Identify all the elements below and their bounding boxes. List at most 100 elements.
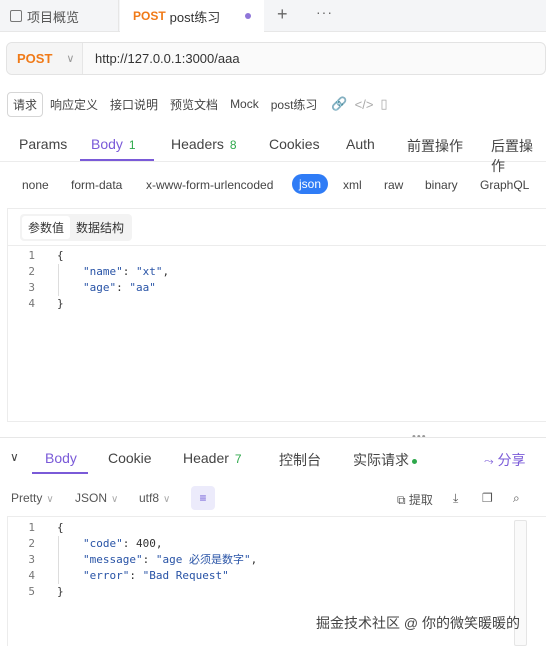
code-line: "code": 400, xyxy=(83,536,163,552)
language-select[interactable]: JSON ∨ xyxy=(75,491,118,505)
line-number: 5 xyxy=(28,585,35,598)
response-tab-header-label: Header xyxy=(183,450,229,466)
tab-post-practice-label: post练习 xyxy=(169,9,221,25)
tab-method-tag: POST xyxy=(133,9,166,23)
search-icon[interactable]: ⌕ xyxy=(513,491,520,506)
panel-divider xyxy=(0,437,546,438)
download-icon[interactable]: ⤓ xyxy=(453,491,458,506)
status-dot-icon xyxy=(412,458,417,464)
copy-icon[interactable]: ❐ xyxy=(482,491,493,505)
request-body-editor[interactable]: 参数值 数据结构 1 2 3 4 { "name": "xt", "age": … xyxy=(7,208,546,422)
chevron-down-icon: ∨ xyxy=(46,494,54,505)
extract-button[interactable]: ⧉ 提取 xyxy=(397,491,433,508)
url-bar: POST ∨ xyxy=(6,42,546,75)
tab-project-overview[interactable]: 项目概览 xyxy=(0,0,119,32)
tab-cookies[interactable]: Cookies xyxy=(269,136,320,152)
tab-param-values[interactable]: 参数值 xyxy=(22,216,71,239)
share-button[interactable]: ⤳ 分享 xyxy=(484,450,526,470)
word-wrap-button[interactable]: ≡ xyxy=(191,486,215,510)
chevron-down-icon: ∨ xyxy=(163,494,171,505)
tab-auth[interactable]: Auth xyxy=(346,136,375,152)
response-tab-body[interactable]: Body xyxy=(45,450,77,466)
tab-bar: 项目概览 POST post练习 + ··· xyxy=(0,0,546,32)
editor-mode-tabs: 参数值 数据结构 xyxy=(20,214,133,241)
response-tab-actual-request[interactable]: 实际请求 xyxy=(353,450,417,470)
line-number: 3 xyxy=(28,281,35,294)
tab-headers-label: Headers xyxy=(171,136,224,152)
body-type-none[interactable]: none xyxy=(22,178,49,192)
headers-count-badge: 8 xyxy=(229,138,237,152)
json-value: "aa" xyxy=(129,281,156,294)
line-number: 1 xyxy=(28,521,35,534)
encoding-select-value: utf8 xyxy=(139,491,160,505)
tab-body-label: Body xyxy=(91,136,123,152)
code-icon[interactable]: </> xyxy=(355,97,374,112)
json-value: "age 必须是数字" xyxy=(155,553,251,566)
json-colon: : xyxy=(129,569,143,582)
subtab-response-definition[interactable]: 响应定义 xyxy=(45,93,103,116)
body-type-xml[interactable]: xml xyxy=(343,178,362,192)
response-tab-cookie[interactable]: Cookie xyxy=(108,450,152,466)
add-tab-button[interactable]: + xyxy=(277,4,288,25)
body-type-graphql[interactable]: GraphQL xyxy=(480,178,529,192)
method-select[interactable]: POST ∨ xyxy=(7,43,83,74)
format-select-value: Pretty xyxy=(11,491,43,505)
body-type-form-data[interactable]: form-data xyxy=(71,178,122,192)
tab-body[interactable]: Body 1 xyxy=(91,136,136,152)
url-input[interactable] xyxy=(95,51,515,66)
tab-post-practice[interactable]: POST post练习 xyxy=(120,0,264,32)
code-line: "age": "aa" xyxy=(83,280,156,296)
json-key: "error" xyxy=(83,569,130,582)
json-key: "name" xyxy=(83,265,123,278)
tab-pre-operations[interactable]: 前置操作 xyxy=(407,136,463,156)
code-line: { xyxy=(57,521,64,534)
indent-guide xyxy=(58,264,59,296)
api-name[interactable]: post练习 xyxy=(266,93,323,116)
subtab-mock[interactable]: Mock xyxy=(225,94,264,114)
body-type-raw[interactable]: raw xyxy=(384,178,403,192)
tab-data-structure[interactable]: 数据结构 xyxy=(70,216,130,239)
overview-icon xyxy=(10,10,22,22)
json-comma: , xyxy=(250,553,258,566)
json-colon: : xyxy=(142,553,156,566)
response-tabs: ∨ Body Cookie Header 7 控制台 实际请求 ⤳ 分享 xyxy=(0,442,546,474)
json-rest: : 400, xyxy=(122,537,163,550)
panel-icon[interactable]: ▯ xyxy=(380,96,387,112)
more-tabs-button[interactable]: ··· xyxy=(316,4,333,20)
subtab-preview-doc[interactable]: 预览文档 xyxy=(165,93,223,116)
response-tab-header[interactable]: Header 7 xyxy=(183,450,242,466)
format-select[interactable]: Pretty ∨ xyxy=(11,491,54,505)
tab-headers[interactable]: Headers 8 xyxy=(171,136,237,152)
extract-icon: ⧉ xyxy=(397,493,406,507)
encoding-select[interactable]: utf8 ∨ xyxy=(139,491,170,505)
link-icon[interactable]: 🔗 xyxy=(331,96,347,112)
body-type-binary[interactable]: binary xyxy=(425,178,458,192)
body-type-urlencoded[interactable]: x-www-form-urlencoded xyxy=(146,178,273,192)
body-count-badge: 1 xyxy=(128,138,136,152)
code-line: } xyxy=(57,585,64,598)
active-tab-indicator xyxy=(80,159,154,161)
json-key: "message" xyxy=(83,553,143,566)
collapse-chevron-icon[interactable]: ∨ xyxy=(10,450,19,464)
line-number: 1 xyxy=(28,249,35,262)
chevron-down-icon: ∨ xyxy=(111,494,119,505)
subtab-api-description[interactable]: 接口说明 xyxy=(105,93,163,116)
subtab-request[interactable]: 请求 xyxy=(7,91,44,117)
json-value: "xt" xyxy=(136,265,163,278)
line-number: 4 xyxy=(28,569,35,582)
line-number: 3 xyxy=(28,553,35,566)
line-number: 2 xyxy=(28,265,35,278)
response-header-count: 7 xyxy=(234,452,242,466)
chevron-down-icon: ∨ xyxy=(66,53,75,65)
indent-guide xyxy=(58,536,59,584)
tab-post-operations[interactable]: 后置操作 xyxy=(491,136,546,176)
tab-project-overview-label: 项目概览 xyxy=(27,9,80,25)
response-tab-console[interactable]: 控制台 xyxy=(279,450,321,470)
tab-params[interactable]: Params xyxy=(19,136,67,152)
request-param-tabs: Params Body 1 Headers 8 Cookies Auth 前置操作 … xyxy=(0,128,546,174)
request-sub-toolbar: 请求 响应定义 接口说明 预览文档 Mock post练习 🔗 </> ▯ xyxy=(7,91,388,117)
body-type-json[interactable]: json xyxy=(292,174,329,194)
json-key: "code" xyxy=(83,537,123,550)
editor-divider xyxy=(8,245,546,246)
code-line: "error": "Bad Request" xyxy=(83,568,229,584)
